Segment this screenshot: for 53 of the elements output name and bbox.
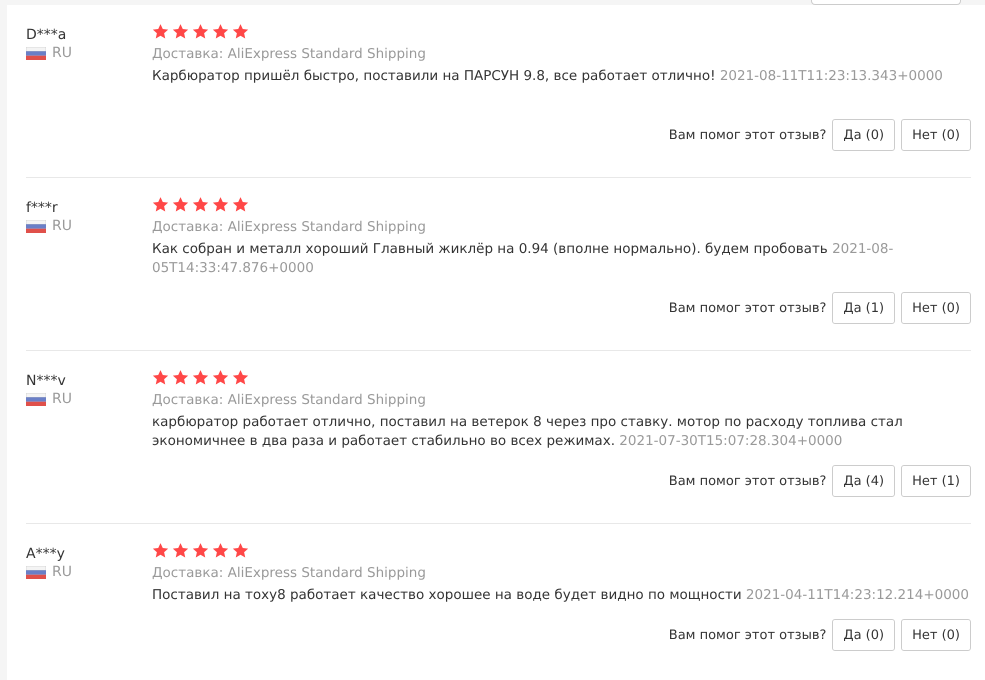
star-icon (172, 368, 189, 386)
no-button[interactable]: Нет (0) (901, 119, 971, 151)
helpful-prompt: Вам помог этот отзыв? (668, 474, 826, 488)
star-icon (212, 22, 229, 40)
country-code: RU (52, 391, 72, 407)
yes-button[interactable]: Да (0) (832, 119, 896, 151)
flag-icon (26, 46, 46, 60)
country-code: RU (52, 45, 72, 61)
flag-icon (26, 220, 46, 232)
star-icon (172, 542, 189, 558)
helpful-prompt: Вам помог этот отзыв? (668, 628, 826, 642)
review-text: Карбюратор пришёл быстро, поставили на ПАРСУН 9.8, все работает отлично! 2021-08-11T11:23:13.343+0000 (152, 67, 944, 86)
star-icon (172, 22, 189, 40)
shipping-info: Доставка: AliExpress Standard Shipping (152, 219, 427, 235)
shipping-info: Доставка: AliExpress Standard Shipping (152, 565, 427, 581)
yes-button[interactable]: Да (1) (832, 292, 896, 324)
country-code: RU (52, 564, 72, 580)
star-icon (192, 368, 209, 386)
star-icon (232, 542, 249, 558)
review-text: Поставил на тоху8 работает качество хорошее на воде будет видно по мощности 2021-04-11T14:23:12.214+0000 (152, 586, 970, 605)
author-name: A***y (26, 546, 66, 562)
review-text: карбюратор работает отлично, поставил на ветерок 8 через про ставку. мотор по расходу топлива стал экономичнее в два раза и работает стабильно во всех режимах. 2021-07-30T15:07:28.304+0000 (152, 413, 904, 451)
flag-icon (26, 392, 46, 406)
dropdown-field[interactable] (811, 0, 961, 5)
star-icon (192, 22, 209, 40)
country-code: RU (52, 218, 72, 234)
star-icon (232, 368, 249, 386)
author-name: f***r (26, 200, 59, 216)
yes-button[interactable]: Да (4) (832, 465, 896, 497)
flag-icon (26, 566, 46, 578)
helpful-prompt: Вам помог этот отзыв? (668, 300, 826, 316)
shipping-info: Доставка: AliExpress Standard Shipping (152, 392, 427, 408)
star-icon (152, 368, 169, 386)
no-button[interactable]: Нет (0) (901, 292, 971, 324)
review-text: Как собран и металл хороший Главный жиклёр на 0.94 (вполне нормально). будем пробовать 2021-08-05T14:33:47.876+0000 (152, 240, 894, 278)
helpful-prompt: Вам помог этот отзыв? (668, 128, 826, 142)
shipping-info: Доставка: AliExpress Standard Shipping (152, 46, 427, 62)
star-icon (152, 196, 169, 212)
star-icon (192, 542, 209, 558)
star-icon (172, 196, 189, 212)
star-icon (192, 196, 209, 212)
star-icon (152, 22, 169, 40)
yes-button[interactable]: Да (0) (832, 619, 896, 651)
star-icon (152, 542, 169, 558)
star-icon (232, 22, 249, 40)
author-name: D***a (26, 27, 68, 43)
star-icon (212, 542, 229, 558)
no-button[interactable]: Нет (1) (901, 465, 971, 497)
star-icon (212, 196, 229, 212)
author-name: N***v (26, 373, 67, 389)
star-icon (232, 196, 249, 212)
star-icon (212, 368, 229, 386)
no-button[interactable]: Нет (0) (901, 619, 971, 651)
